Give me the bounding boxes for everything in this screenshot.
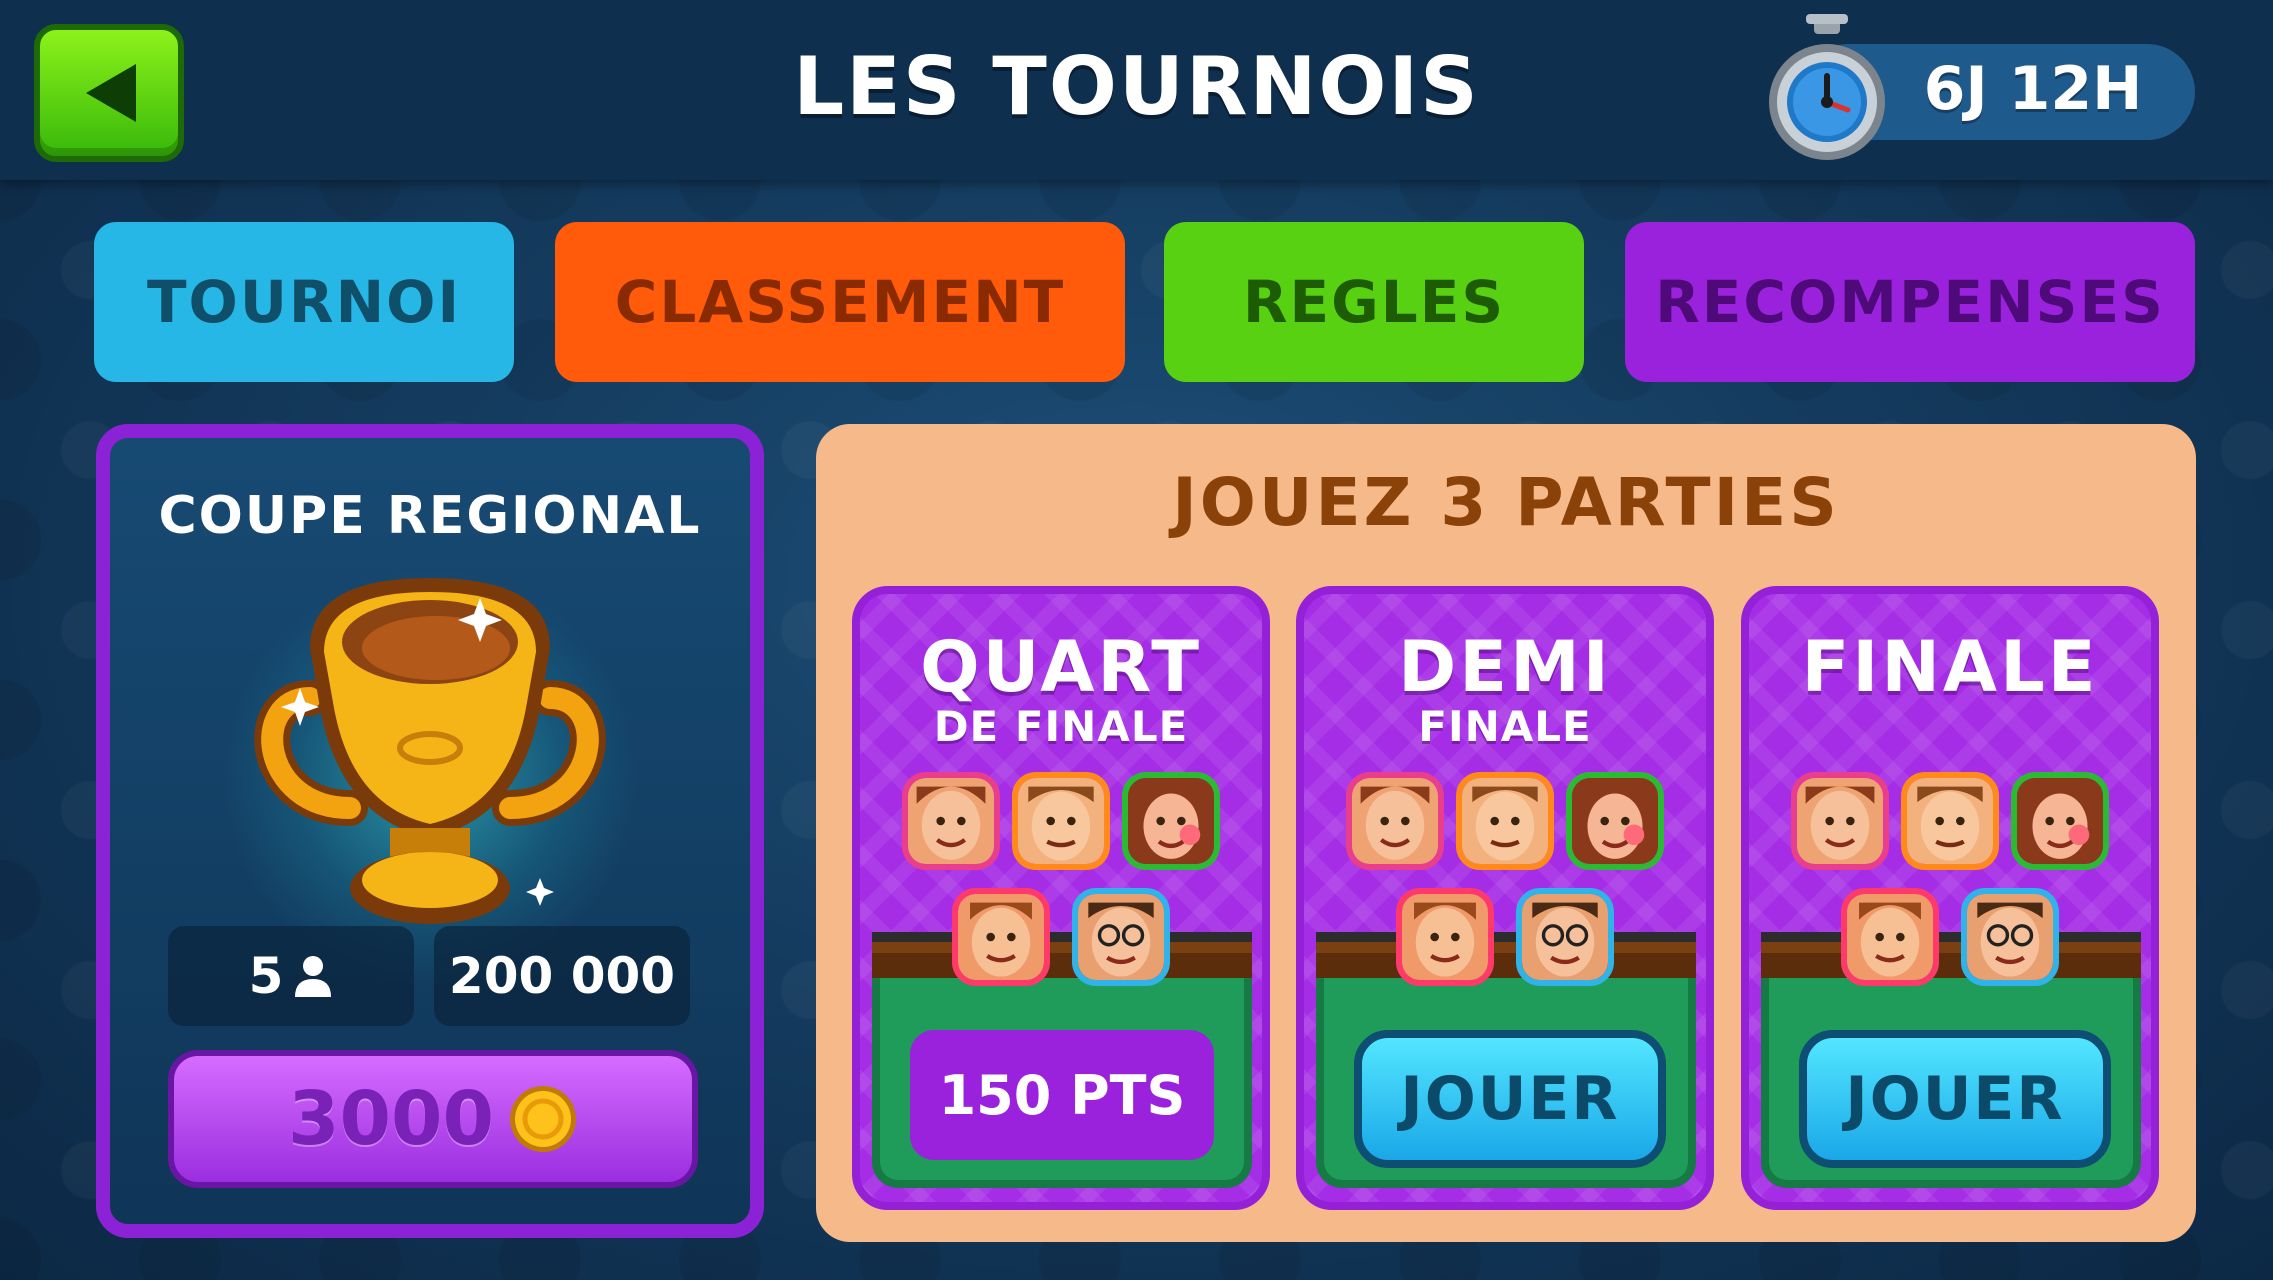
play-button[interactable]: JOUER bbox=[1799, 1030, 2111, 1168]
stage-card-demi: DEMI FINALE JOUER bbox=[1296, 586, 1714, 1210]
player-avatar bbox=[1072, 888, 1170, 986]
players-count: 5 bbox=[168, 926, 414, 1026]
tab-tournoi[interactable]: TOURNOI bbox=[94, 222, 514, 382]
player-avatar bbox=[902, 772, 1000, 870]
players-value: 5 bbox=[248, 947, 284, 1005]
prize-amount: 200 000 bbox=[434, 926, 690, 1026]
points-badge: 150 PTS bbox=[910, 1030, 1214, 1160]
table-edge bbox=[1761, 932, 2141, 978]
player-avatar bbox=[952, 888, 1050, 986]
player-avatar bbox=[1012, 772, 1110, 870]
player-avatar bbox=[1396, 888, 1494, 986]
tournament-panel: COUPE REGIONAL 5 200 000 3000 bbox=[96, 424, 764, 1238]
player-avatar bbox=[1516, 888, 1614, 986]
timer-text: 6J 12H bbox=[1923, 54, 2143, 124]
trophy-icon bbox=[254, 578, 606, 924]
coin-icon bbox=[509, 1086, 576, 1152]
tab-regles[interactable]: REGLES bbox=[1164, 222, 1584, 382]
entry-cost-value: 3000 bbox=[288, 1076, 494, 1162]
player-avatar bbox=[1961, 888, 2059, 986]
table-edge bbox=[1316, 932, 1696, 978]
stopwatch-icon bbox=[1769, 14, 1885, 160]
stage-card-quart: QUART DE FINALE 150 PTS bbox=[852, 586, 1270, 1210]
player-avatar bbox=[1841, 888, 1939, 986]
stage-subtitle: DE FINALE bbox=[933, 702, 1189, 751]
stage-card-finale: FINALE JOUER bbox=[1741, 586, 2159, 1210]
player-avatar bbox=[1901, 772, 1999, 870]
stage-title: FINALE bbox=[1801, 626, 2099, 708]
stage-subtitle: FINALE bbox=[1418, 702, 1592, 751]
tab-classement[interactable]: CLASSEMENT bbox=[555, 222, 1125, 382]
person-icon bbox=[295, 956, 332, 997]
player-avatar bbox=[1346, 772, 1444, 870]
stages-panel: JOUEZ 3 PARTIES QUART DE FINALE 150 PTS … bbox=[816, 424, 2196, 1242]
table-edge bbox=[872, 932, 1252, 978]
play-button[interactable]: JOUER bbox=[1354, 1030, 1666, 1168]
tab-recompenses[interactable]: RECOMPENSES bbox=[1625, 222, 2195, 382]
stage-title: DEMI bbox=[1398, 626, 1612, 708]
player-avatar bbox=[1456, 772, 1554, 870]
player-avatar bbox=[1791, 772, 1889, 870]
tournament-name: COUPE REGIONAL bbox=[158, 486, 702, 546]
entry-cost-button[interactable]: 3000 bbox=[168, 1050, 698, 1188]
player-avatar bbox=[2011, 772, 2109, 870]
stage-title: QUART bbox=[920, 626, 1202, 708]
player-avatar bbox=[1566, 772, 1664, 870]
stages-title: JOUEZ 3 PARTIES bbox=[1172, 464, 1840, 541]
player-avatar bbox=[1122, 772, 1220, 870]
